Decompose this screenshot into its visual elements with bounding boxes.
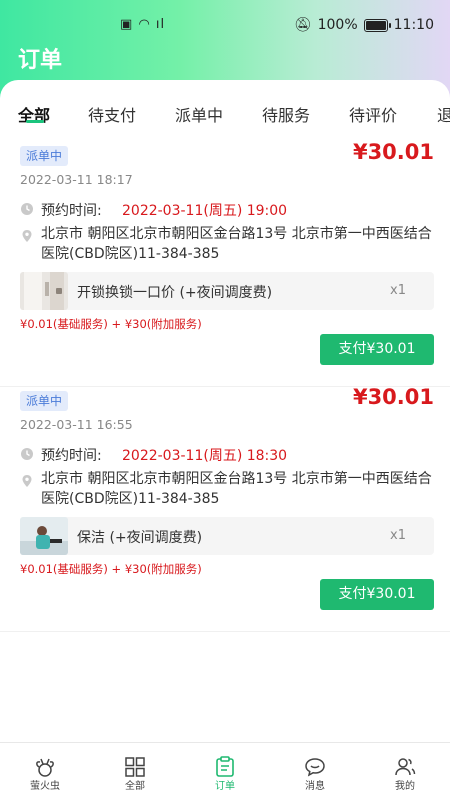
location-icon [22, 230, 32, 242]
service-quantity: x1 [390, 528, 406, 543]
status-icons-left: ▣ ◠ ıl [120, 17, 165, 32]
active-tab-indicator [26, 120, 44, 123]
main-content: 全部 待支付 派单中 待服务 待评价 退 派单中 ¥30.01 2022-03-… [0, 80, 450, 742]
message-icon [305, 758, 325, 777]
service-item[interactable]: 开锁换锁一口价 (+夜间调度费) x1 [20, 272, 434, 310]
nav-item-firefly[interactable]: 萤火虫 [0, 743, 90, 801]
signal-icon: ıl [155, 17, 166, 32]
nav-label: 萤火虫 [30, 781, 60, 792]
nav-label: 订单 [215, 781, 235, 792]
tab-pending-service[interactable]: 待服务 [262, 102, 310, 126]
nav-label: 消息 [305, 781, 325, 792]
clock: 11:10 [393, 17, 434, 33]
nav-item-orders[interactable]: 订单 [180, 743, 270, 801]
order-tabs: 全部 待支付 派单中 待服务 待评价 退 [0, 80, 450, 136]
firefly-icon [36, 758, 54, 777]
mute-bell-icon: 🔕︎ [293, 17, 312, 33]
battery-icon [363, 18, 391, 32]
battery-fill [365, 20, 386, 30]
appointment-time: 2022-03-11(周五) 18:30 [122, 448, 288, 464]
service-thumbnail [20, 272, 68, 310]
bottom-navigation: 萤火虫 全部 订单 消息 我的 [0, 742, 450, 801]
tab-refund[interactable]: 退 [437, 102, 450, 126]
tab-pending-payment[interactable]: 待支付 [88, 102, 136, 126]
orders-icon [216, 756, 234, 777]
status-badge: 派单中 [20, 391, 69, 411]
grid-icon [125, 757, 145, 777]
order-price: ¥30.01 [352, 140, 434, 164]
service-item[interactable]: 保洁 (+夜间调度费) x1 [20, 517, 434, 555]
appointment-label: 预约时间: [41, 203, 102, 219]
profile-icon [395, 758, 416, 776]
order-card[interactable]: 派单中 ¥30.01 2022-03-11 16:55 预约时间: 2022-0… [0, 385, 450, 632]
price-breakdown: ¥0.01(基础服务) + ¥30(附加服务) [20, 562, 202, 576]
service-quantity: x1 [390, 283, 406, 298]
service-name: 保洁 (+夜间调度费) [77, 530, 203, 546]
service-thumbnail [20, 517, 68, 555]
status-icons-right: 🔕︎ 100% 11:10 [294, 17, 434, 33]
service-address: 北京市 朝阳区北京市朝阳区金台路13号 北京市第一中西医结合医院(CBD院区)1… [41, 226, 432, 262]
created-time: 2022-03-11 16:55 [20, 417, 133, 432]
appointment-label: 预约时间: [41, 448, 102, 464]
nav-label: 全部 [125, 781, 145, 792]
tab-pending-review[interactable]: 待评价 [349, 102, 397, 126]
nav-item-all[interactable]: 全部 [90, 743, 180, 801]
nav-item-messages[interactable]: 消息 [270, 743, 360, 801]
page-title: 订单 [18, 48, 63, 73]
price-breakdown: ¥0.01(基础服务) + ¥30(附加服务) [20, 317, 202, 331]
created-time: 2022-03-11 18:17 [20, 172, 133, 187]
clock-icon [21, 448, 33, 460]
pay-button[interactable]: 支付¥30.01 [320, 579, 434, 610]
nav-item-profile[interactable]: 我的 [360, 743, 450, 801]
tab-dispatching[interactable]: 派单中 [175, 102, 223, 126]
order-price: ¥30.01 [352, 385, 434, 409]
battery-percent: 100% [317, 17, 358, 33]
appointment-time: 2022-03-11(周五) 19:00 [122, 203, 288, 219]
status-bar: ▣ ◠ ıl 🔕︎ 100% 11:10 [0, 0, 450, 52]
alert-icon: ▣ [120, 17, 134, 32]
service-name: 开锁换锁一口价 (+夜间调度费) [77, 285, 273, 301]
status-badge: 派单中 [20, 146, 69, 166]
order-card[interactable]: 派单中 ¥30.01 2022-03-11 18:17 预约时间: 2022-0… [0, 140, 450, 387]
location-icon [22, 475, 32, 487]
clock-icon [21, 203, 33, 215]
nav-label: 我的 [395, 781, 415, 792]
pay-button[interactable]: 支付¥30.01 [320, 334, 434, 365]
service-address: 北京市 朝阳区北京市朝阳区金台路13号 北京市第一中西医结合医院(CBD院区)1… [41, 471, 432, 507]
wifi-icon: ◠ [138, 17, 151, 32]
